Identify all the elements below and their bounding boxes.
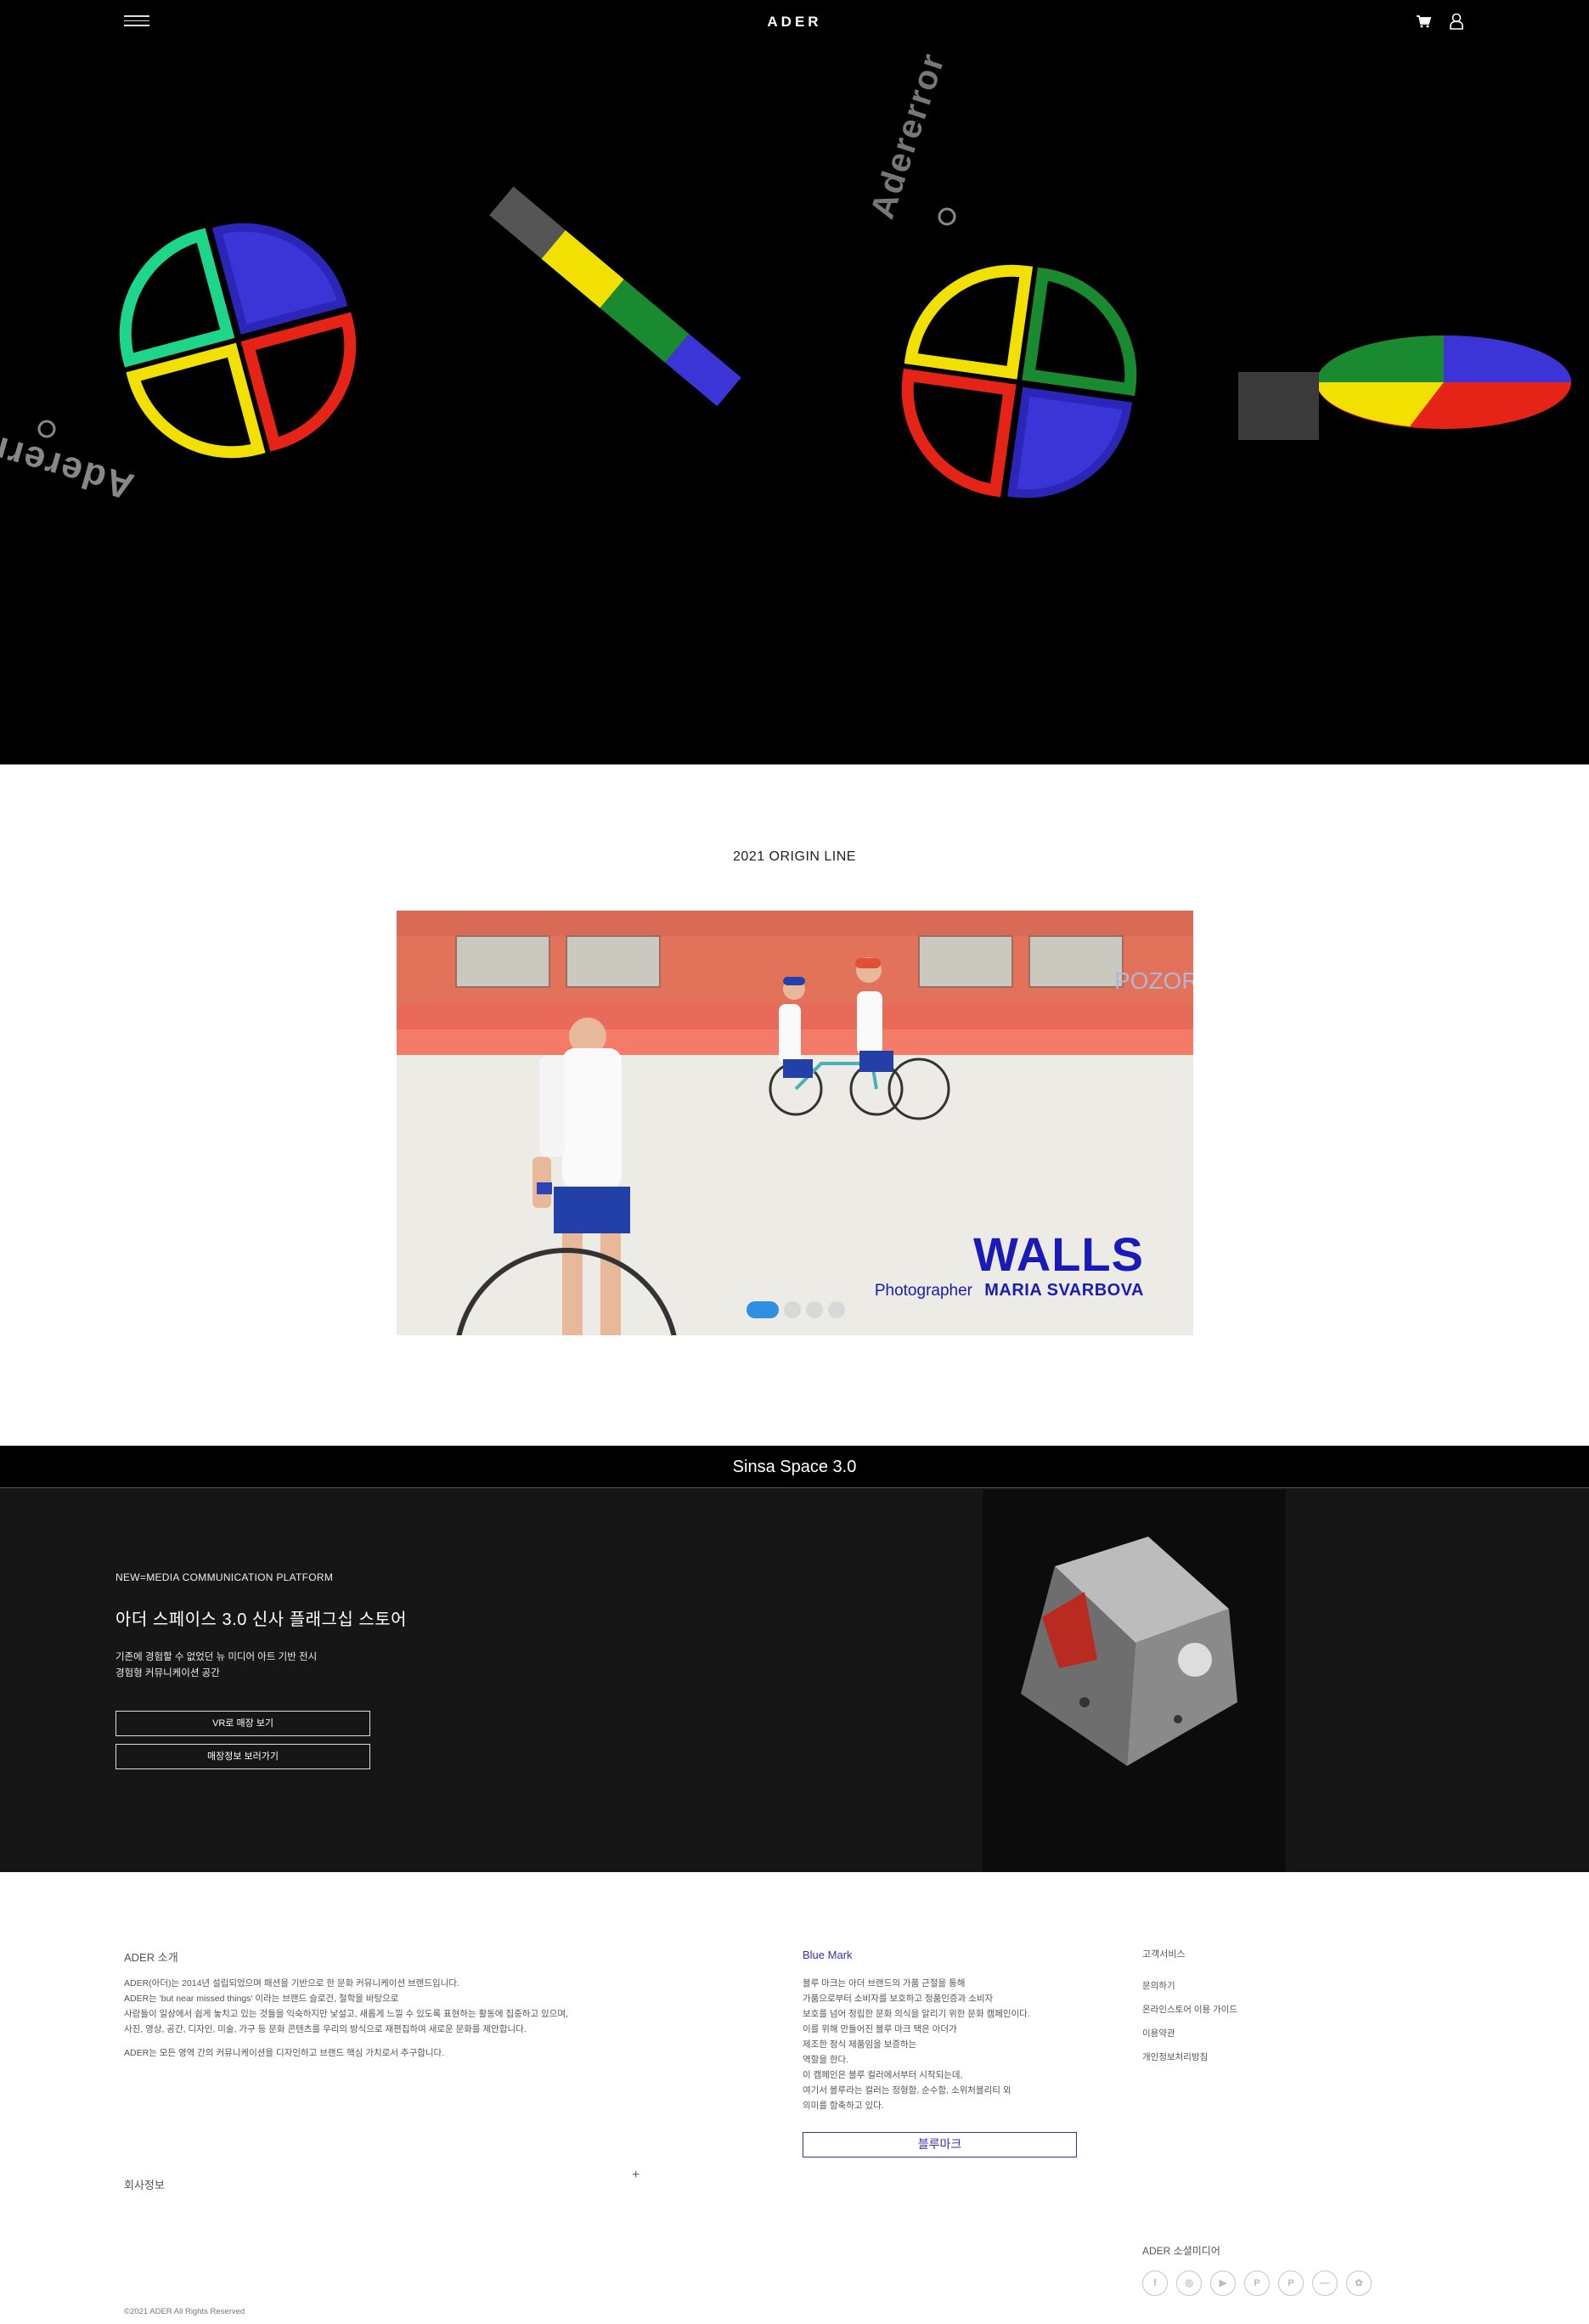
pinterest-icon[interactable]: P <box>1278 2270 1304 2296</box>
space-title: 아더 스페이스 3.0 신사 플래그십 스토어 <box>116 1610 408 1629</box>
sinsa-space-section: Sinsa Space 3.0 NEW=MEDIA COMMUNICATION … <box>0 1446 1589 1872</box>
company-info-title[interactable]: 회사정보 <box>124 2176 165 2192</box>
blue-line-1: 블루 마크는 아더 브랜드의 가품 근절을 통해 <box>803 1978 966 1988</box>
social-title: ADER 소셜미디어 <box>1142 2245 1220 2257</box>
vr-store-button[interactable]: VR로 매장 보기 <box>116 1711 370 1736</box>
space-desc-line-2: 경험형 커뮤니케이션 공간 <box>116 1668 220 1678</box>
sinsa-space-bar: Sinsa Space 3.0 <box>0 1446 1589 1488</box>
footer-link-privacy[interactable]: 개인정보처리방침 <box>1142 2050 1208 2063</box>
blue-line-2: 가품으로부터 소비자를 보호하고 정품인증과 소비자 <box>803 1994 994 2004</box>
space-kicker: NEW=MEDIA COMMUNICATION PLATFORM <box>116 1571 334 1583</box>
about-line-4: 사진, 영상, 공간, 디자인, 미술, 가구 등 문화 콘텐츠를 우리의 방식… <box>124 2024 527 2034</box>
blue-line-4: 이를 위해 만들어진 블루 마크 택은 아더가 <box>803 2024 957 2034</box>
hero-symbol-1 <box>119 223 357 459</box>
about-line-1: ADER(아더)는 2014년 설립되었으며 패션을 기반으로 한 문화 커뮤니… <box>124 1978 459 1988</box>
slider-dot-1[interactable] <box>747 1301 779 1318</box>
hero-bar <box>489 186 741 407</box>
slide-credit-label: Photographer <box>874 1282 972 1300</box>
footer-link-contact[interactable]: 문의하기 <box>1142 1979 1175 1992</box>
blue-line-3: 보호를 넘어 정립한 문화 의식을 알리기 위한 문화 캠페인이다. <box>803 2009 1030 2019</box>
blue-mark-button[interactable]: 블루마크 <box>803 2132 1077 2158</box>
hero-artwork: Adererror Adererror <box>0 48 1571 507</box>
cart-icon[interactable] <box>1416 14 1431 29</box>
naver-icon[interactable]: — <box>1312 2270 1338 2296</box>
slide-wall-text: POZOR <box>1114 967 1193 994</box>
site-logo-link[interactable]: ADER <box>767 14 821 30</box>
about-line-3: 사람들이 일상에서 쉽게 놓치고 있는 것들을 익숙하지만 낯설고, 새롭게 느… <box>124 2009 568 2019</box>
company-info-expand-icon[interactable]: + <box>632 2168 640 2183</box>
instagram-icon[interactable]: ◎ <box>1176 2270 1202 2296</box>
hero-banner: Adererror Adererror ADER <box>0 0 1589 764</box>
space-description: 기존에 경험할 수 없었던 뉴 미디어 아트 기반 전시 경험형 커뮤니케이션 … <box>116 1650 317 1682</box>
site-logo: ADER <box>0 14 1589 31</box>
blue-line-5: 제조한 정식 제품임을 보증하는 <box>803 2039 917 2050</box>
origin-slider[interactable]: POZOR WALLS Photographer MARIA SVARBOVA <box>397 911 1193 1335</box>
blue-line-8: 여기서 블루라는 컬러는 정형함, 순수함, 소위처블리티 외 <box>803 2085 1011 2096</box>
footer-link-guide[interactable]: 온라인스토어 이용 가이드 <box>1142 2003 1237 2016</box>
origin-line-title: 2021 ORIGIN LINE <box>733 849 856 864</box>
youtube-icon[interactable]: ▶ <box>1210 2270 1236 2296</box>
blue-line-6: 역할을 한다. <box>803 2055 849 2065</box>
slider-dot-3[interactable] <box>806 1301 823 1318</box>
blue-mark-text: 블루 마크는 아더 브랜드의 가품 근절을 통해 가품으로부터 소비자를 보호하… <box>803 1976 1030 2113</box>
blue-line-7: 이 캠페인은 블루 컬러에서부터 시작되는데, <box>803 2070 963 2080</box>
weibo-icon[interactable]: P <box>1244 2270 1270 2296</box>
space-cube-image <box>983 1490 1286 1872</box>
hero-disc <box>1238 336 1571 440</box>
about-title: ADER 소개 <box>124 1951 178 1964</box>
hero-text-adererror-2: Adererror <box>864 48 952 223</box>
blue-mark-title: Blue Mark <box>803 1949 853 1961</box>
hero-text-adererror-1: Adererror <box>0 415 138 507</box>
wechat-icon[interactable]: ✿ <box>1346 2270 1372 2296</box>
slider-dot-4[interactable] <box>828 1301 845 1318</box>
blue-line-9: 의미를 함축하고 있다. <box>803 2101 884 2111</box>
space-desc-line-1: 기존에 경험할 수 없었던 뉴 미디어 아트 기반 전시 <box>116 1652 318 1662</box>
hero-symbol-2 <box>901 264 1137 499</box>
user-icon[interactable] <box>1449 13 1464 30</box>
copyright: ©2021 ADER All Rights Reserved <box>124 2307 245 2316</box>
customer-service-title: 고객서비스 <box>1142 1949 1186 1960</box>
store-info-button[interactable]: 매장정보 보러가기 <box>116 1744 370 1769</box>
about-line-5: ADER는 모든 영역 간의 커뮤니케이션을 디자인하고 브랜드 핵심 가치로서… <box>124 2048 445 2058</box>
top-navigation: ADER <box>0 0 1589 42</box>
slide-headline: WALLS <box>973 1227 1144 1281</box>
about-text: ADER(아더)는 2014년 설립되었으며 패션을 기반으로 한 문화 커뮤니… <box>124 1976 568 2061</box>
slide-credit-name: MARIA SVARBOVA <box>984 1281 1144 1300</box>
slider-dot-2[interactable] <box>784 1301 801 1318</box>
footer-link-terms[interactable]: 이용약관 <box>1142 2027 1175 2039</box>
facebook-icon[interactable]: f <box>1142 2270 1168 2296</box>
about-line-2: ADER는 'but near missed things' 이라는 브랜드 슬… <box>124 1994 399 2004</box>
